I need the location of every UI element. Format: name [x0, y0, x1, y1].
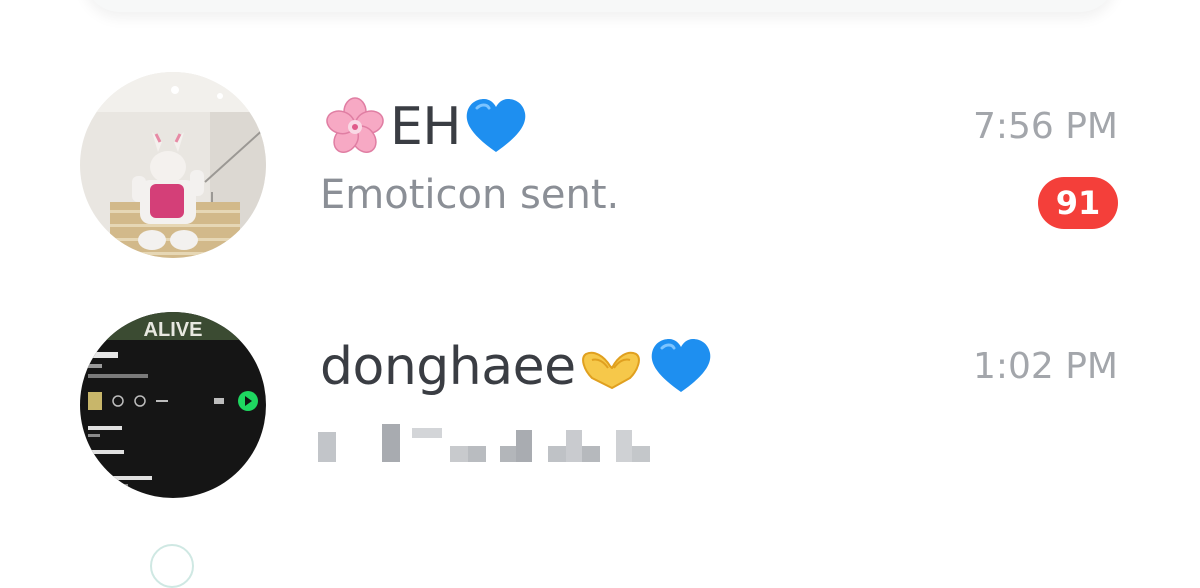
heart-hands-icon [578, 334, 644, 400]
avatar[interactable]: ALIVE [80, 312, 266, 498]
chat-list-item[interactable]: ALIVE donghaee 1:02 PM [0, 300, 1200, 520]
chat-list-item[interactable]: EH Emoticon sent. 7:56 PM 91 [0, 60, 1200, 280]
chat-name-text: EH [390, 97, 461, 157]
search-bar-card[interactable] [84, 0, 1116, 12]
chat-name: EH [320, 92, 531, 162]
avatar-photo [80, 72, 266, 258]
chat-name-text: donghaee [320, 337, 576, 397]
blue-heart-icon [648, 334, 714, 400]
next-avatar-peek [150, 544, 194, 588]
unread-badge: 91 [1038, 177, 1118, 229]
obscured-message-preview [316, 424, 656, 464]
message-time: 1:02 PM [972, 346, 1118, 387]
message-time: 7:56 PM [972, 106, 1118, 147]
chat-name: donghaee [320, 332, 716, 402]
message-preview: Emoticon sent. [320, 172, 620, 218]
avatar[interactable] [80, 72, 266, 258]
cherry-blossom-icon [322, 94, 388, 160]
avatar-album-title: ALIVE [144, 319, 203, 341]
avatar-photo: ALIVE [80, 312, 266, 498]
blue-heart-icon [463, 94, 529, 160]
